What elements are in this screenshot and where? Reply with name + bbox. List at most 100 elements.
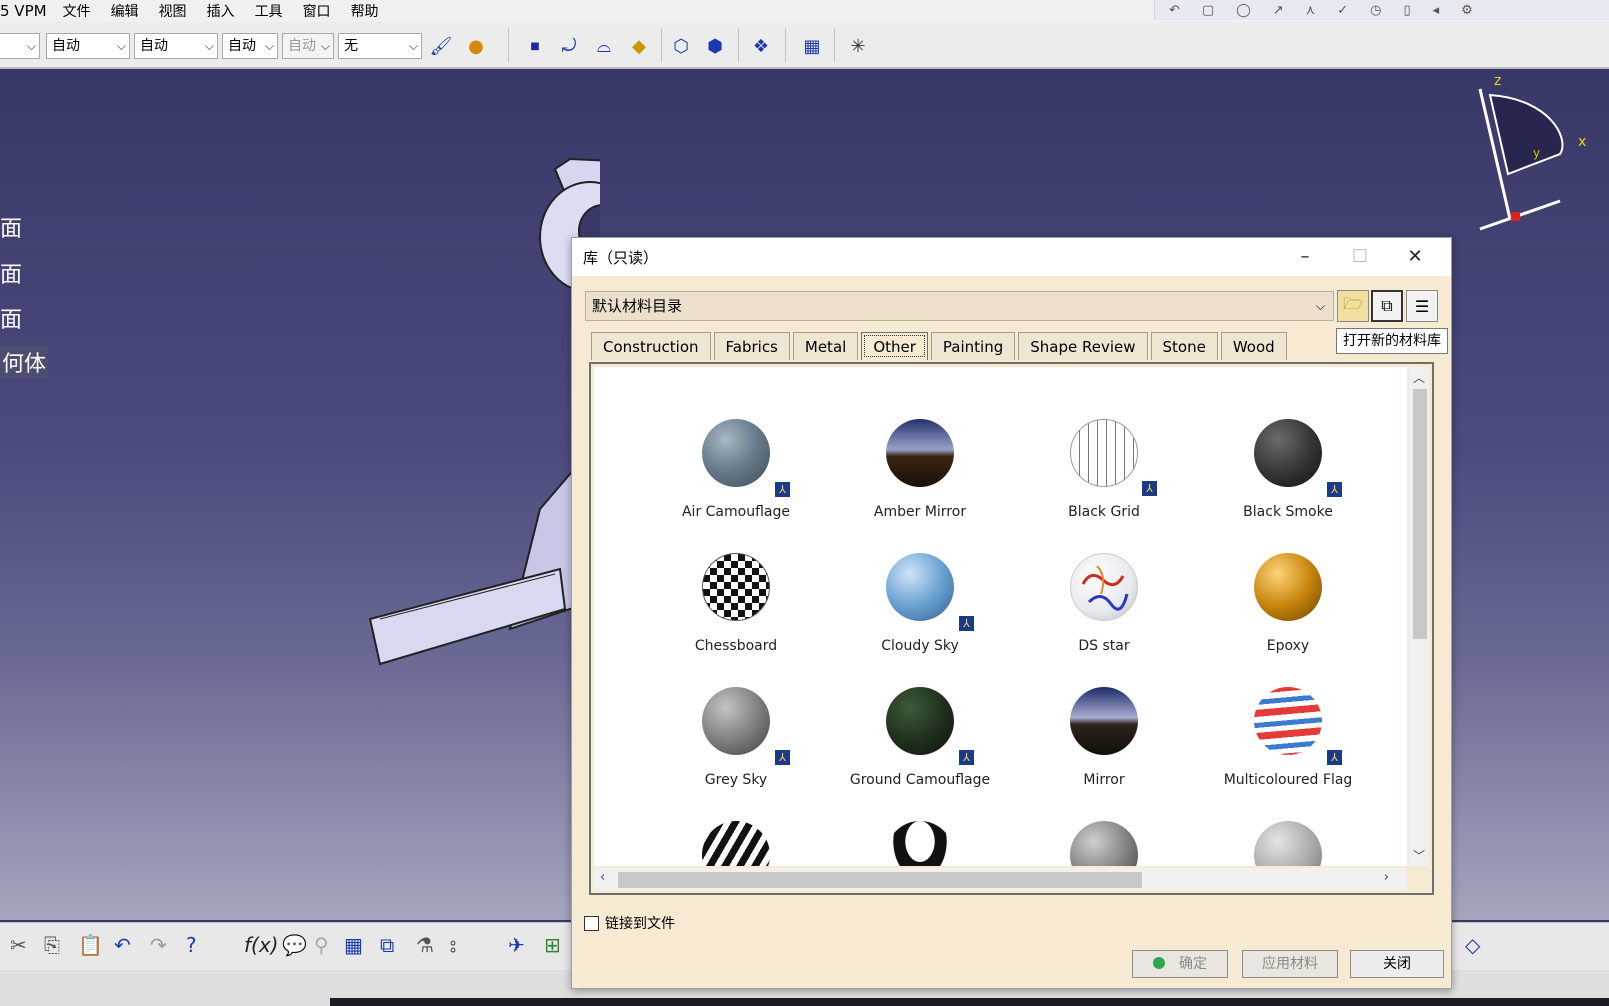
view-hidden-icon[interactable]: ⬢ xyxy=(702,34,728,58)
icon-view-button[interactable]: ⧉ xyxy=(1371,290,1403,322)
refresh-icon[interactable]: ◯ xyxy=(1236,3,1251,18)
view-iso-icon[interactable]: ⬡ xyxy=(668,34,694,58)
tab-construction[interactable]: Construction xyxy=(591,332,711,360)
material-item[interactable]: ⅄ Ground Camouflage xyxy=(830,687,1010,788)
compass-widget[interactable]: z x y xyxy=(1470,69,1600,239)
curve-icon[interactable]: ⤾ xyxy=(556,34,582,58)
catalog-select[interactable]: 默认材料目录 ⌵ xyxy=(585,291,1334,321)
formula-icon[interactable]: f(x) xyxy=(244,933,278,957)
link-to-file-row[interactable]: 链接到文件 xyxy=(584,913,675,933)
tab-metal[interactable]: Metal xyxy=(792,332,859,360)
undo-icon[interactable]: ↶ xyxy=(1169,3,1180,18)
comment-icon[interactable]: 💬 xyxy=(282,933,307,957)
menu-file[interactable]: 文件 xyxy=(53,1,101,21)
menu-tools[interactable]: 工具 xyxy=(245,1,293,21)
grid-icon[interactable]: ▦ xyxy=(799,34,825,58)
line-thickness-combo[interactable]: 自动 ⌵ xyxy=(134,33,218,59)
check-icon[interactable]: ✓ xyxy=(1337,3,1348,18)
back-icon[interactable]: ◂ xyxy=(1433,3,1440,18)
arrow-icon[interactable]: ↗ xyxy=(1273,3,1284,18)
horizontal-scrollbar[interactable]: ‹ › xyxy=(594,868,1407,890)
render-style-icon[interactable]: ❖ xyxy=(748,34,774,58)
material-item[interactable] xyxy=(646,821,826,866)
scroll-down-icon[interactable]: ﹀ xyxy=(1413,847,1425,864)
ok-button[interactable]: 确定 xyxy=(1132,950,1228,978)
material-item[interactable]: DS star xyxy=(1014,553,1194,654)
airplane-icon[interactable]: ✈ xyxy=(508,933,525,957)
knowledge-icon[interactable]: ⚗ xyxy=(416,933,434,957)
line-type-combo[interactable]: 自动 ⌵ xyxy=(222,33,278,59)
layer-combo[interactable]: 无 ⌵ xyxy=(338,33,422,59)
material-item[interactable] xyxy=(1198,821,1378,866)
eraser-icon[interactable]: ◆ xyxy=(626,34,652,58)
tab-other[interactable]: Other xyxy=(861,332,928,360)
scroll-left-icon[interactable]: ‹ xyxy=(600,870,605,885)
material-item[interactable]: ⅄ Black Grid xyxy=(1014,419,1194,520)
tab-wood[interactable]: Wood xyxy=(1220,332,1287,360)
tab-painting[interactable]: Painting xyxy=(930,332,1016,360)
menu-edit[interactable]: 编辑 xyxy=(101,1,149,21)
maximize-button[interactable]: ☐ xyxy=(1337,243,1383,271)
menu-window[interactable]: 窗口 xyxy=(293,1,341,21)
scroll-up-icon[interactable]: ︿ xyxy=(1413,369,1425,386)
material-item[interactable]: Epoxy xyxy=(1198,553,1378,654)
scroll-right-icon[interactable]: › xyxy=(1384,870,1389,885)
painter-icon[interactable]: 🖌 xyxy=(428,34,454,58)
tree-icon[interactable]: ⧉ xyxy=(380,933,394,957)
close-button[interactable]: 关闭 xyxy=(1350,950,1444,978)
cut-icon[interactable]: ✂ xyxy=(10,933,27,957)
horizontal-scroll-thumb[interactable] xyxy=(618,872,1142,888)
copy-icon[interactable]: ⎘ xyxy=(44,933,60,957)
menu-help[interactable]: 帮助 xyxy=(341,1,389,21)
lock-icon[interactable]: ▯ xyxy=(1403,3,1410,18)
transparency-combo[interactable]: 自动 ⌵ xyxy=(46,33,130,59)
surface-icon[interactable]: ⌓ xyxy=(591,34,617,58)
material-item[interactable] xyxy=(1014,821,1194,866)
snap-icon[interactable]: ✳ xyxy=(845,34,871,58)
vertical-scroll-thumb[interactable] xyxy=(1413,389,1427,639)
save-icon[interactable]: ▢ xyxy=(1202,3,1214,18)
point-icon[interactable]: ■ xyxy=(522,34,548,58)
menu-insert[interactable]: 插入 xyxy=(197,1,245,21)
material-item[interactable]: ⅄ Cloudy Sky xyxy=(830,553,1010,654)
tree-node-plane-1[interactable]: 面 xyxy=(0,211,22,243)
material-item[interactable]: ⅄ Grey Sky xyxy=(646,687,826,788)
open-library-button[interactable]: 🗁 xyxy=(1337,290,1369,322)
vertical-scrollbar[interactable]: ︿ ﹀ xyxy=(1409,367,1429,866)
tab-shape-review[interactable]: Shape Review xyxy=(1018,332,1148,360)
tree-node-plane-2[interactable]: 面 xyxy=(0,257,22,289)
history-icon[interactable]: ◷ xyxy=(1370,3,1381,18)
material-item[interactable]: Chessboard xyxy=(646,553,826,654)
apply-material-icon[interactable]: ● xyxy=(463,34,489,58)
lock-icon[interactable]: ⚲ xyxy=(314,933,329,957)
parameters-icon[interactable]: ⦂ xyxy=(450,933,456,957)
material-item[interactable]: Mirror xyxy=(1014,687,1194,788)
minimize-button[interactable]: – xyxy=(1282,243,1328,271)
menu-view[interactable]: 视图 xyxy=(149,1,197,21)
dialog-titlebar[interactable]: 库（只读） – ☐ ✕ xyxy=(572,238,1451,276)
part-model[interactable] xyxy=(360,149,600,669)
user-icon[interactable]: ⋏ xyxy=(1306,3,1316,18)
paste-icon[interactable]: 📋 xyxy=(78,933,103,957)
help-pointer-icon[interactable]: ? xyxy=(186,933,197,957)
link-to-file-checkbox[interactable] xyxy=(584,915,599,931)
point-type-combo[interactable]: 自动 ⌵ xyxy=(282,33,334,59)
fit-all-icon[interactable]: ⊞ xyxy=(544,933,561,957)
list-view-button[interactable]: ☰ xyxy=(1406,290,1438,322)
material-item[interactable]: ⅄ Multicoloured Flag xyxy=(1198,687,1378,788)
undo-icon[interactable]: ↶ xyxy=(114,933,131,957)
redo-icon[interactable]: ↷ xyxy=(150,933,167,957)
tree-node-plane-3[interactable]: 面 xyxy=(0,302,22,334)
tree-node-geometry-body[interactable]: 何体 xyxy=(0,346,49,378)
table-icon[interactable]: ▦ xyxy=(344,933,363,957)
tab-fabrics[interactable]: Fabrics xyxy=(713,332,790,360)
settings-icon[interactable]: ⚙ xyxy=(1461,3,1473,18)
material-item[interactable]: ⅄ Black Smoke xyxy=(1198,419,1378,520)
color-combo[interactable]: ⌵ xyxy=(0,33,40,59)
apply-material-button[interactable]: 应用材料 xyxy=(1242,950,1338,978)
material-item[interactable]: ⅄ Air Camouflage xyxy=(646,419,826,520)
material-item[interactable]: Amber Mirror xyxy=(830,419,1010,520)
material-item[interactable] xyxy=(830,821,1010,866)
close-window-button[interactable]: ✕ xyxy=(1392,243,1438,271)
plane-view-icon[interactable]: ◇ xyxy=(1465,933,1480,957)
